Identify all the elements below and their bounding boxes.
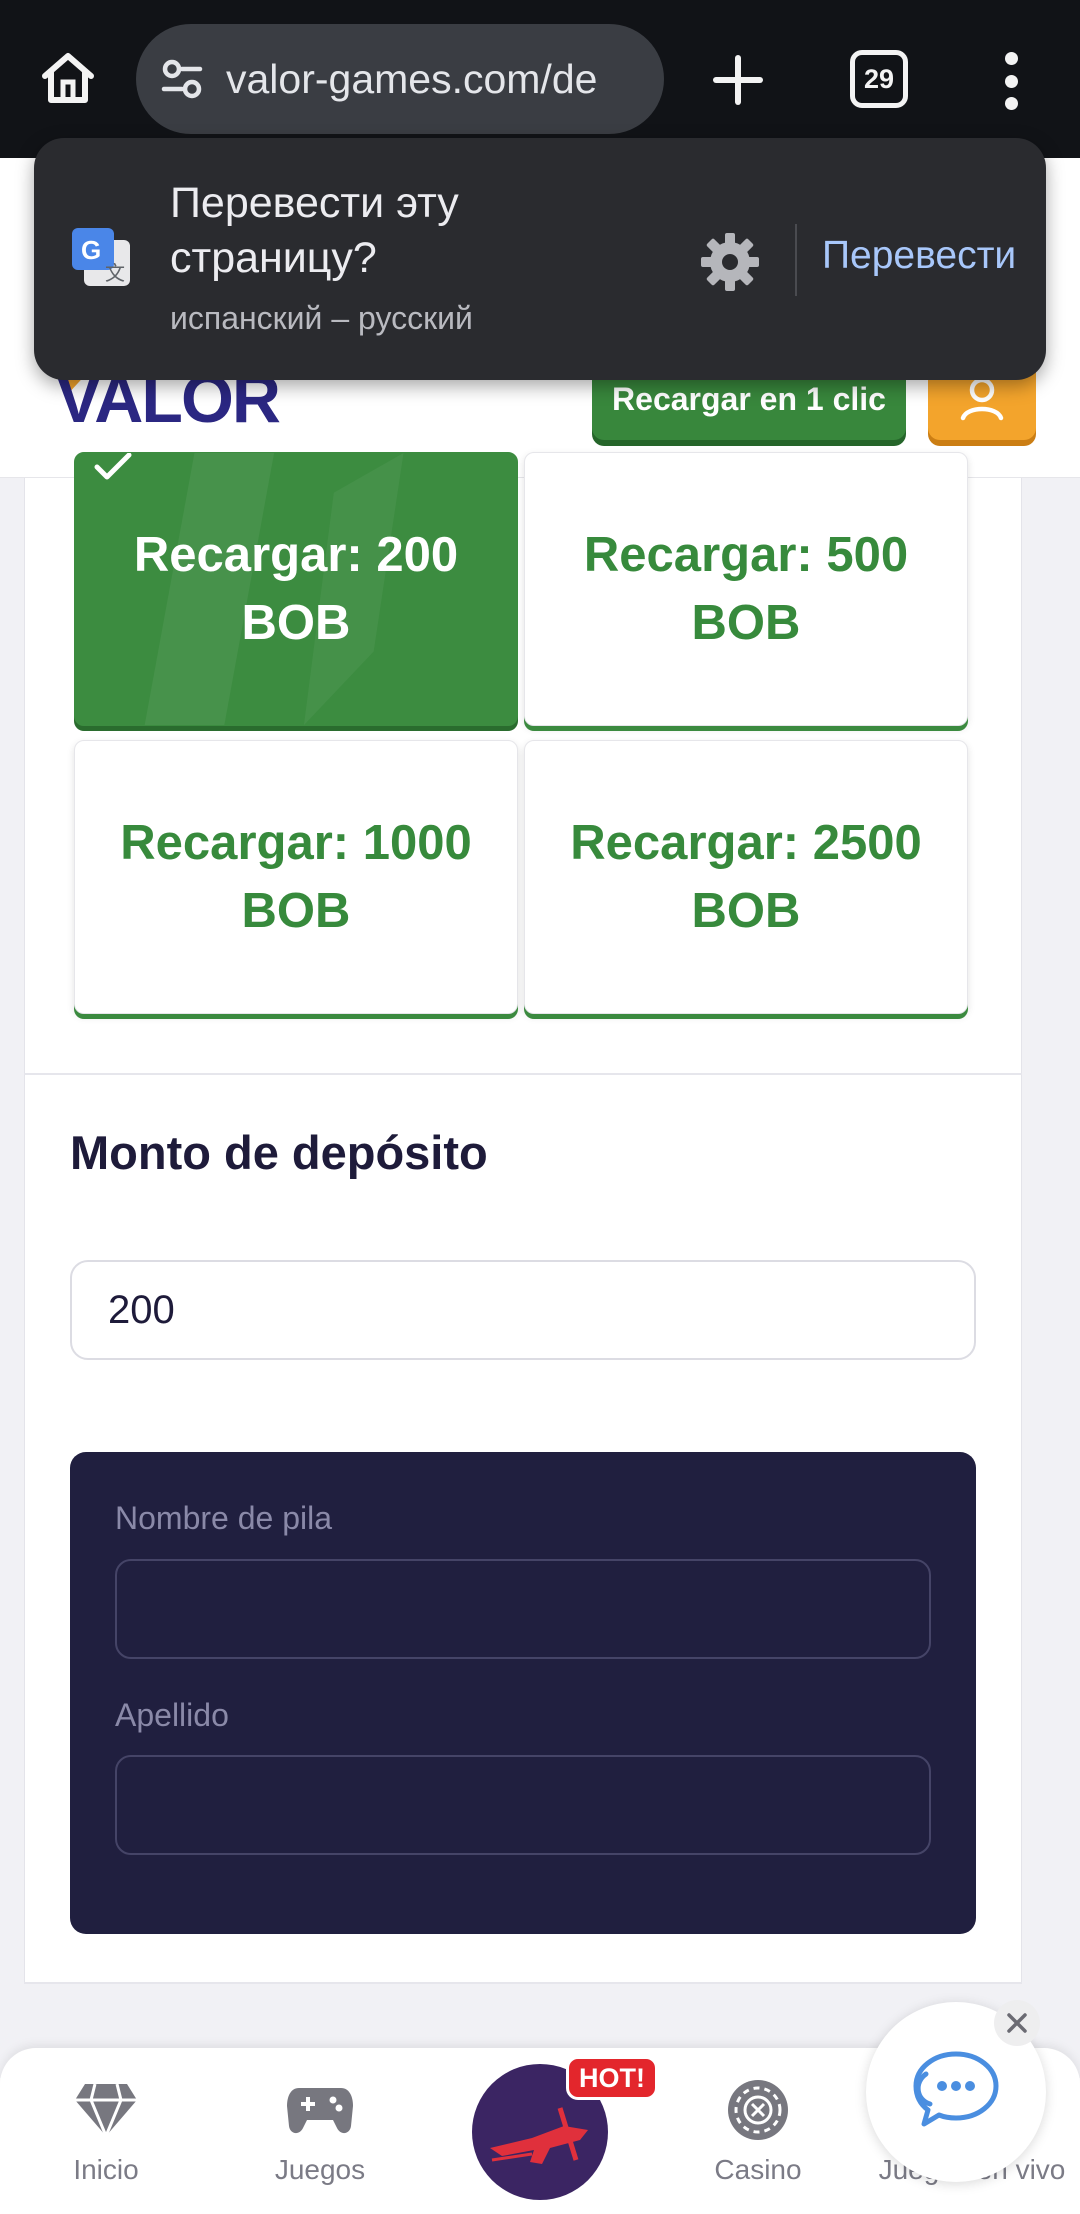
- amount-option-label: Recargar: 2500 BOB: [570, 816, 922, 938]
- deposit-amount-input[interactable]: [70, 1260, 976, 1360]
- nav-label: Casino: [714, 2154, 802, 2185]
- amount-option-label: Recargar: 1000 BOB: [120, 816, 472, 938]
- amount-option-1000[interactable]: Recargar: 1000 BOB: [74, 740, 518, 1014]
- translate-languages: испанский – русский: [170, 300, 473, 336]
- nav-item-inicio[interactable]: Inicio: [6, 2078, 206, 2186]
- svg-text:文: 文: [105, 261, 125, 285]
- user-icon: [960, 377, 1004, 421]
- separator: [795, 224, 797, 296]
- amount-option-label: Recargar: 200 BOB: [133, 528, 459, 650]
- amount-option-200[interactable]: Recargar: 200 BOB: [74, 452, 518, 726]
- translate-question: Перевести эту страницу?: [170, 179, 459, 282]
- last-name-label: Apellido: [115, 1697, 229, 1733]
- translate-prompt: G 文 Перевести эту страницу? испанский – …: [34, 138, 1046, 380]
- new-tab-icon[interactable]: [700, 42, 776, 118]
- nav-label: Juegos: [274, 2154, 366, 2185]
- browser-toolbar: valor-games.com/de 29: [0, 0, 1080, 158]
- last-name-input[interactable]: [115, 1755, 931, 1855]
- first-name-input[interactable]: [115, 1559, 931, 1659]
- nav-item-casino[interactable]: Casino: [658, 2078, 858, 2186]
- personal-info-form: Nombre de pila Apellido: [70, 1452, 976, 1934]
- address-bar[interactable]: valor-games.com/de: [136, 24, 664, 134]
- section-divider: [24, 1982, 1022, 1984]
- nav-item-juegos[interactable]: Juegos: [220, 2078, 420, 2186]
- diamond-icon: [75, 2083, 137, 2140]
- deposit-amount-title: Monto de depósito: [70, 1126, 488, 1179]
- check-icon: [94, 453, 132, 480]
- section-divider: [24, 1073, 1022, 1075]
- gamepad-icon: [287, 2088, 353, 2134]
- gear-icon[interactable]: [698, 230, 762, 294]
- nav-label: Inicio: [73, 2154, 139, 2185]
- home-icon[interactable]: [32, 42, 104, 114]
- more-menu-icon[interactable]: [988, 46, 1034, 116]
- amount-option-2500[interactable]: Recargar: 2500 BOB: [524, 740, 968, 1014]
- chat-close-icon[interactable]: [994, 2000, 1040, 2046]
- svg-text:G: G: [81, 235, 101, 265]
- amount-option-label: Recargar: 500 BOB: [583, 528, 909, 650]
- hot-badge: HOT!: [566, 2056, 658, 2100]
- url-text[interactable]: valor-games.com/de: [226, 56, 597, 103]
- translate-button[interactable]: Перевести: [822, 234, 1016, 278]
- site-settings-icon[interactable]: [154, 51, 210, 107]
- google-translate-icon: G 文: [72, 228, 130, 286]
- tab-switcher-button[interactable]: 29: [850, 50, 908, 108]
- roulette-chip-icon: [728, 2080, 788, 2140]
- first-name-label: Nombre de pila: [115, 1500, 332, 1536]
- chat-icon: [913, 2051, 999, 2127]
- amount-option-500[interactable]: Recargar: 500 BOB: [524, 452, 968, 726]
